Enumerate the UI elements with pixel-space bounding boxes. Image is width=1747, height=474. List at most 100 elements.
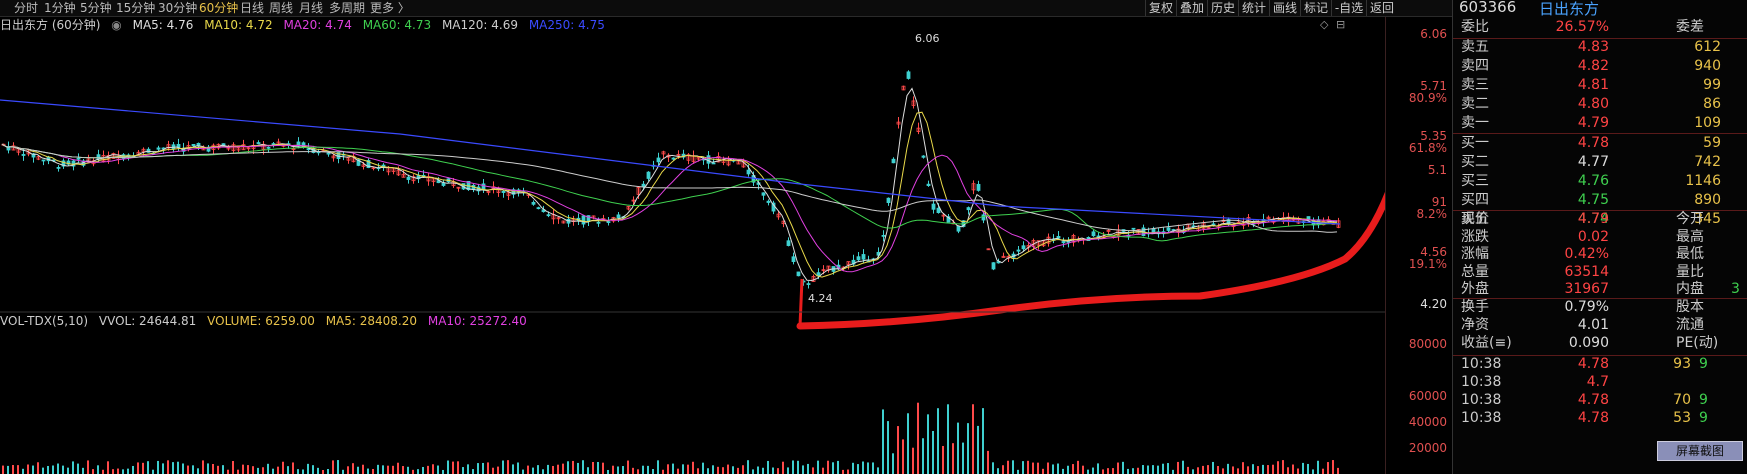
volume-bar [127, 468, 129, 474]
period-tab-15min[interactable]: 15分钟 [116, 0, 155, 16]
candle-body [76, 157, 81, 160]
volume-bar [502, 460, 504, 474]
candle-body [256, 142, 261, 145]
draw-line-button[interactable]: 画线 [1269, 0, 1300, 16]
volume-bar [192, 465, 194, 474]
candle-body [891, 158, 896, 164]
period-tab-60min[interactable]: 60分钟 [199, 0, 238, 16]
tick-volume: 70 [1673, 392, 1691, 408]
watchlist-button[interactable]: -自选 [1331, 0, 1366, 16]
overlay-button[interactable]: 叠加 [1176, 0, 1207, 16]
period-tab-day[interactable]: 日线 [240, 0, 264, 16]
volume-bar [387, 465, 389, 474]
volume-bar [872, 462, 874, 474]
weibi-label: 委比 [1461, 19, 1489, 35]
volume-bar [7, 465, 9, 474]
volume-bar [1067, 465, 1069, 474]
volume-bar [392, 465, 394, 474]
ask-row[interactable]: 卖五 4.83 612 [1461, 38, 1747, 57]
volume-bar [772, 467, 774, 474]
tick-price: 4.78 [1577, 410, 1609, 426]
volume-bar [397, 462, 399, 474]
volume-bar [32, 465, 34, 474]
mark-button[interactable]: 标记 [1300, 0, 1331, 16]
candle-body [1131, 227, 1136, 230]
volume-bar [1232, 466, 1234, 474]
volume-bar [1032, 462, 1034, 474]
ask-row[interactable]: 卖一 4.79 109 [1461, 114, 1747, 133]
volume-bar [472, 469, 474, 474]
volume-bar [202, 460, 204, 474]
stat-label-right: 流通 [1676, 317, 1704, 333]
tick-row: 10:38 4.78 70 9 [1461, 391, 1747, 409]
period-tab-more[interactable]: 更多 〉 [370, 0, 410, 16]
diamond-icon[interactable]: ◇ [1320, 18, 1328, 31]
back-button[interactable]: 返回 [1366, 0, 1397, 16]
volume-bar [292, 462, 294, 474]
ask-row[interactable]: 卖三 4.81 99 [1461, 76, 1747, 95]
volume-bar [1252, 464, 1254, 474]
period-tab-30min[interactable]: 30分钟 [158, 0, 197, 16]
ask-price: 4.83 [1577, 39, 1609, 55]
candle-body [596, 221, 601, 224]
screenshot-button[interactable]: 屏幕截图 [1657, 441, 1743, 461]
volume-bar [312, 465, 314, 474]
collapse-icon[interactable]: ⊟ [1336, 18, 1345, 31]
volume-bar [717, 466, 719, 474]
volume-bar [622, 466, 624, 474]
stat-label-right: 量比 [1676, 263, 1704, 280]
stock-code: 603366 [1459, 0, 1517, 16]
stat-row: 涨幅 0.42% 最低 [1461, 245, 1747, 264]
volume-bar [352, 463, 354, 474]
volume-bar [572, 460, 574, 474]
period-tab-fenshi[interactable]: 分时 [14, 0, 38, 16]
volume-bar [132, 465, 134, 474]
candle-body [936, 207, 941, 213]
volume-bar [52, 465, 54, 474]
candle-body [956, 226, 961, 232]
volume-bar [57, 463, 59, 474]
volume-bar [97, 465, 99, 474]
volume-bar [982, 408, 984, 474]
candle-body [981, 214, 986, 221]
ask-row[interactable]: 卖二 4.80 86 [1461, 95, 1747, 114]
candle-body [886, 197, 891, 204]
volume-bar [557, 464, 559, 474]
volume-bar [42, 467, 44, 474]
settings-icon[interactable]: ◉ [111, 18, 121, 32]
volume-bar [1152, 465, 1154, 474]
volume-bar [162, 463, 164, 474]
period-tab-1min[interactable]: 1分钟 [44, 0, 76, 16]
volume-bar [337, 460, 339, 474]
history-button[interactable]: 历史 [1207, 0, 1238, 16]
stock-name[interactable]: 日出东方 [1539, 0, 1599, 19]
volume-bar [62, 465, 64, 474]
bid-row[interactable]: 买二 4.77 742 [1461, 153, 1747, 172]
period-tab-week[interactable]: 周线 [269, 0, 293, 16]
volume-bar [577, 462, 579, 474]
volume-bar [1262, 464, 1264, 474]
volume-bar [882, 409, 884, 474]
bid-row[interactable]: 买四 4.75 890 [1461, 191, 1747, 210]
period-tab-month[interactable]: 月线 [299, 0, 323, 16]
volume-bar [1112, 468, 1114, 474]
ask-row[interactable]: 卖四 4.82 940 [1461, 57, 1747, 76]
volume-bar [1087, 469, 1089, 474]
volume-bar [637, 469, 639, 474]
volume-bar [207, 463, 209, 474]
volume-bar [547, 464, 549, 474]
volume-bar [1217, 466, 1219, 474]
stats-button[interactable]: 统计 [1238, 0, 1269, 16]
volume-bar [262, 467, 264, 474]
period-tab-5min[interactable]: 5分钟 [80, 0, 112, 16]
candlestick-chart[interactable]: 6.06 4.24 [0, 34, 1385, 474]
volume-bar [947, 404, 949, 474]
weibi-value: 26.57% [1555, 19, 1609, 35]
bid-row[interactable]: 买一 4.78 59 [1461, 134, 1747, 153]
fuquan-button[interactable]: 复权 [1145, 0, 1176, 16]
volume-bar [102, 469, 104, 474]
period-tab-multi[interactable]: 多周期 [329, 0, 365, 16]
volume-bar [932, 430, 934, 474]
volume-bar [802, 465, 804, 474]
bid-row[interactable]: 买三 4.76 1146 [1461, 172, 1747, 191]
